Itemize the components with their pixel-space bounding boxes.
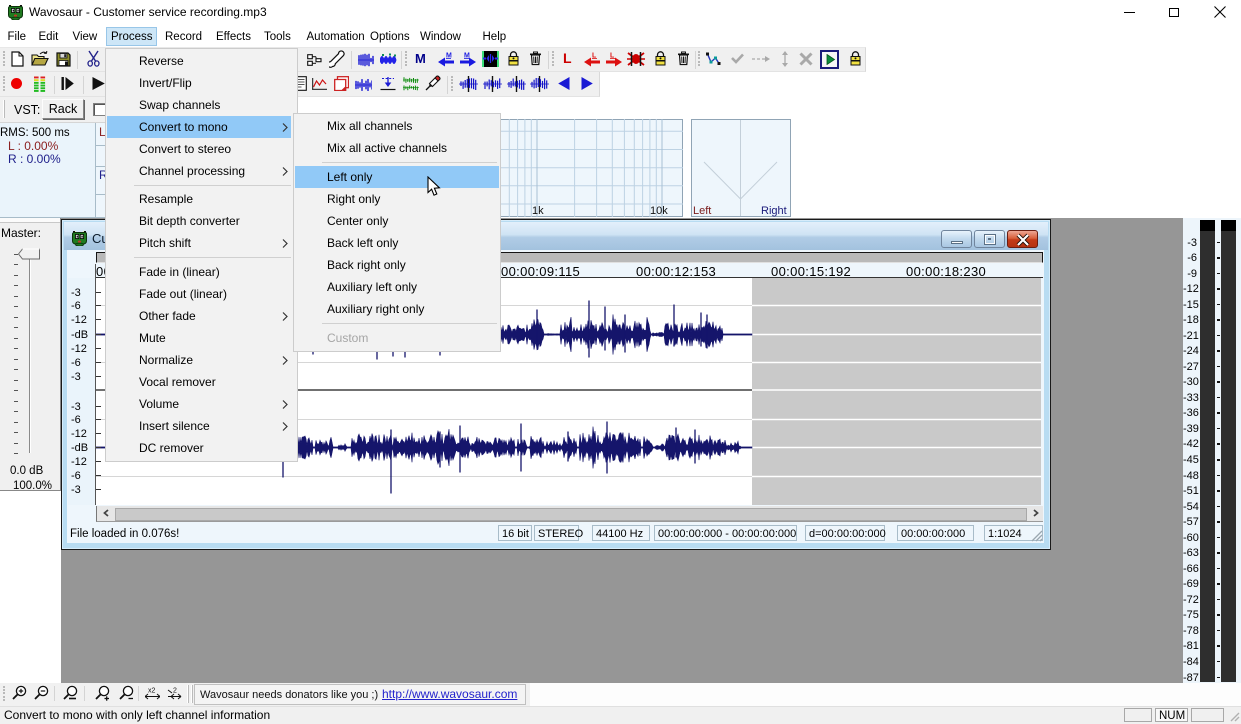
svg-text:2: 2: [173, 688, 177, 695]
svg-text:x2: x2: [148, 688, 156, 695]
